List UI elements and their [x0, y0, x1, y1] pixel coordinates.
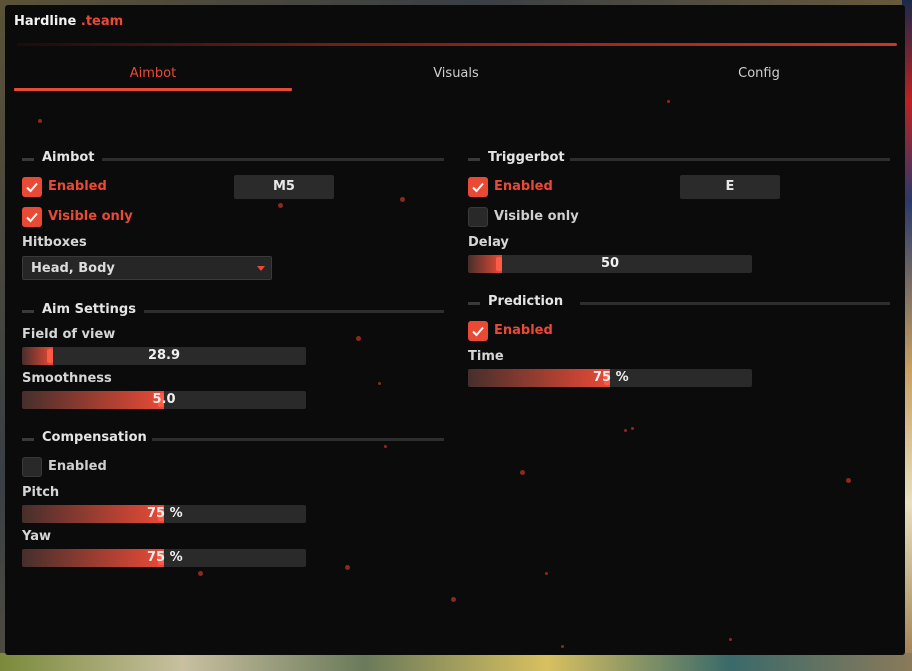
- tab-bar: Aimbot Visuals Config: [14, 63, 894, 93]
- yaw-slider[interactable]: 75 %: [22, 549, 306, 567]
- particle: [631, 427, 634, 430]
- section-line: [152, 438, 444, 441]
- triggerbot-enabled-label[interactable]: Enabled: [494, 179, 553, 194]
- time-value: 75 %: [593, 370, 629, 385]
- section-dash: [22, 438, 34, 441]
- aimbot-enabled-checkbox[interactable]: [22, 177, 42, 197]
- fov-label: Field of view: [22, 327, 116, 342]
- tab-visuals[interactable]: Visuals: [317, 63, 595, 93]
- particle: [667, 100, 670, 103]
- smoothness-value: 5.0: [152, 392, 176, 407]
- particle: [378, 382, 381, 385]
- particle: [729, 638, 732, 641]
- section-dash: [22, 158, 34, 161]
- section-triggerbot: Triggerbot: [468, 150, 890, 168]
- check-icon: [26, 212, 38, 223]
- section-dash: [468, 302, 480, 305]
- section-aim-settings: Aim Settings: [22, 302, 444, 320]
- particle: [278, 203, 283, 208]
- section-aimbot: Aimbot: [22, 150, 444, 168]
- triggerbot-enabled-checkbox[interactable]: [468, 177, 488, 197]
- window-title: Hardline .team: [14, 14, 123, 29]
- check-icon: [472, 326, 484, 337]
- section-dash: [468, 158, 480, 161]
- compensation-enabled-label[interactable]: Enabled: [48, 459, 107, 474]
- smoothness-slider[interactable]: 5.0: [22, 391, 306, 409]
- particle: [520, 470, 525, 475]
- section-line: [102, 158, 444, 161]
- section-line: [580, 302, 890, 305]
- time-label: Time: [468, 349, 504, 364]
- title-accent: .team: [80, 14, 124, 29]
- yaw-label: Yaw: [22, 529, 52, 544]
- particle: [846, 478, 851, 483]
- section-line: [144, 310, 444, 313]
- aimbot-key-bind[interactable]: M5: [234, 175, 334, 199]
- title-divider: [17, 43, 897, 46]
- section-title: Triggerbot: [488, 150, 565, 165]
- yaw-value: 75 %: [147, 550, 183, 565]
- tab-aimbot[interactable]: Aimbot: [14, 63, 292, 93]
- section-compensation: Compensation: [22, 430, 444, 448]
- section-dash: [22, 310, 34, 313]
- particle: [356, 336, 361, 341]
- particle: [400, 197, 405, 202]
- time-slider[interactable]: 75 %: [468, 369, 752, 387]
- hitboxes-label: Hitboxes: [22, 235, 87, 250]
- pitch-label: Pitch: [22, 485, 60, 500]
- title-brand: Hardline: [14, 14, 77, 29]
- particle: [545, 572, 548, 575]
- delay-label: Delay: [468, 235, 509, 250]
- slider-fill: [22, 549, 164, 567]
- section-title: Aimbot: [42, 150, 95, 165]
- aimbot-enabled-label[interactable]: Enabled: [48, 179, 107, 194]
- triggerbot-visible-only-checkbox[interactable]: [468, 207, 488, 227]
- chevron-down-icon: [257, 266, 265, 271]
- hitboxes-dropdown[interactable]: Head, Body: [22, 256, 272, 280]
- particle: [451, 597, 456, 602]
- smoothness-label: Smoothness: [22, 371, 112, 386]
- pitch-value: 75 %: [147, 506, 183, 521]
- section-title: Aim Settings: [42, 302, 136, 317]
- particle: [345, 565, 350, 570]
- particle: [38, 119, 42, 123]
- triggerbot-key-bind[interactable]: E: [680, 175, 780, 199]
- triggerbot-visible-only-label[interactable]: Visible only: [494, 209, 579, 224]
- check-icon: [26, 182, 38, 193]
- pitch-slider[interactable]: 75 %: [22, 505, 306, 523]
- delay-slider[interactable]: 50: [468, 255, 752, 273]
- slider-fill: [468, 369, 610, 387]
- tab-config[interactable]: Config: [620, 63, 898, 93]
- background-game-scene-bottom: [0, 653, 912, 671]
- aimbot-visible-only-checkbox[interactable]: [22, 207, 42, 227]
- fov-value: 28.9: [147, 348, 181, 363]
- particle: [624, 429, 627, 432]
- cheat-menu-window: Hardline .team Aimbot Visuals Config Aim…: [5, 5, 905, 655]
- hitboxes-value: Head, Body: [31, 261, 115, 276]
- section-line: [570, 158, 890, 161]
- section-title: Prediction: [488, 294, 564, 309]
- delay-value: 50: [600, 256, 620, 271]
- prediction-enabled-label[interactable]: Enabled: [494, 323, 553, 338]
- section-title: Compensation: [42, 430, 147, 445]
- slider-fill: [22, 505, 164, 523]
- section-prediction: Prediction: [468, 294, 890, 312]
- particle: [198, 571, 203, 576]
- check-icon: [472, 182, 484, 193]
- prediction-enabled-checkbox[interactable]: [468, 321, 488, 341]
- particle: [561, 645, 564, 648]
- compensation-enabled-checkbox[interactable]: [22, 457, 42, 477]
- fov-slider[interactable]: 28.9: [22, 347, 306, 365]
- aimbot-visible-only-label[interactable]: Visible only: [48, 209, 133, 224]
